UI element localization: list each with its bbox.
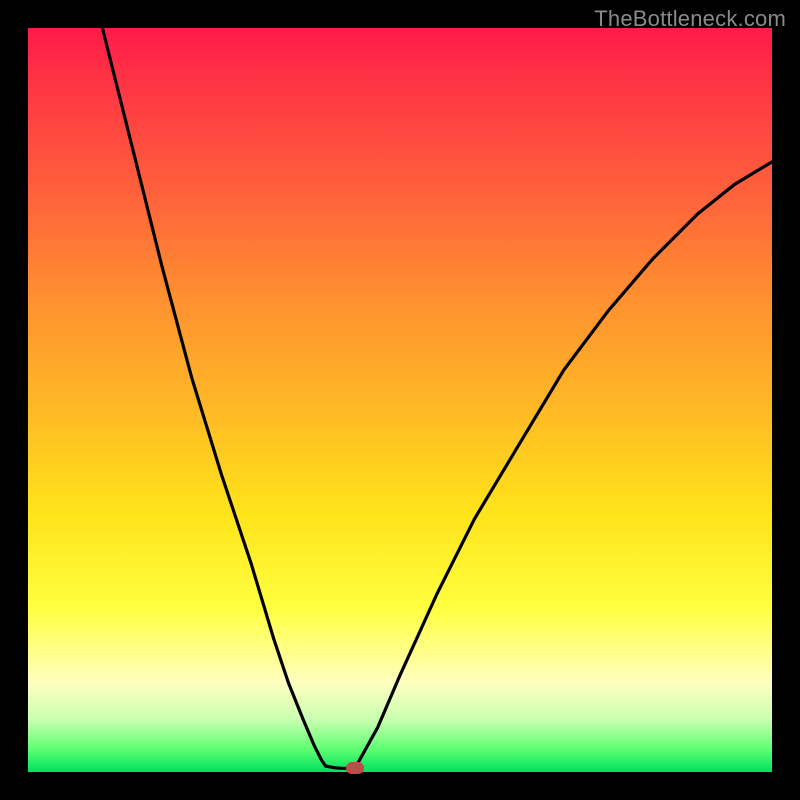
curve-left-branch — [102, 28, 325, 766]
bottleneck-curve — [28, 28, 772, 772]
watermark-text: TheBottleneck.com — [594, 6, 786, 32]
chart-frame: TheBottleneck.com — [0, 0, 800, 800]
plot-area — [28, 28, 772, 772]
bottleneck-marker — [346, 762, 364, 774]
curve-right-branch — [355, 162, 772, 768]
